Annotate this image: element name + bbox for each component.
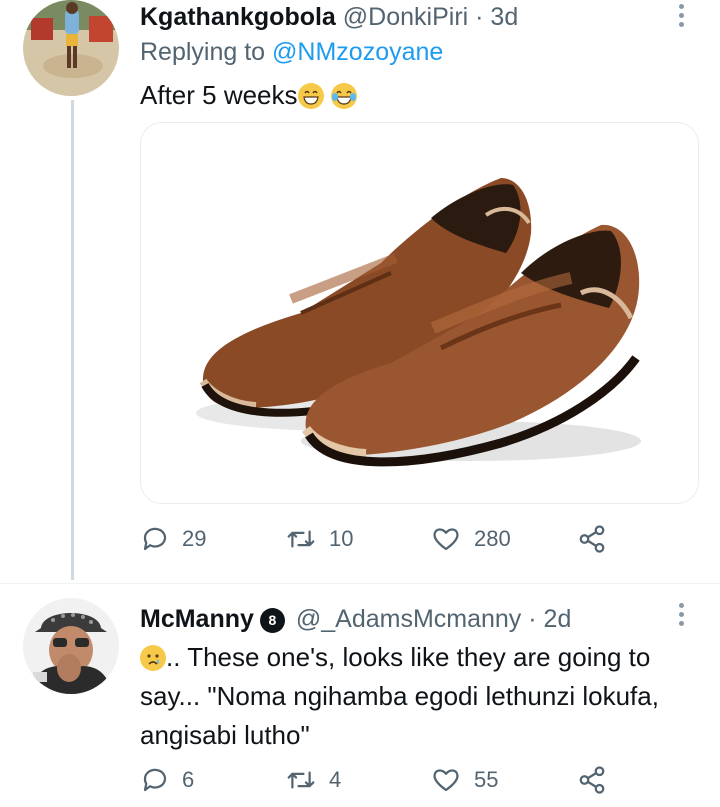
like-button[interactable]: 55: [430, 765, 498, 795]
reply-count: 29: [182, 526, 207, 551]
retweet-count: 4: [329, 767, 342, 792]
like-icon: [433, 769, 459, 792]
tweet-divider: [0, 583, 720, 584]
tears-of-joy-emoji: [330, 83, 357, 109]
grinning-face-emoji: [297, 83, 324, 109]
share-icon: [579, 766, 605, 794]
tweet-text-line: say... "Noma ngihamba egodi lethunzi lok…: [140, 681, 659, 711]
avatar[interactable]: [23, 598, 119, 694]
reply-button[interactable]: 6: [140, 765, 194, 795]
tweet-text-content: After 5 weeks: [140, 80, 298, 110]
replying-to: Replying to @NMzozoyane: [140, 37, 443, 67]
retweet-icon: [287, 771, 315, 789]
retweet-icon: [287, 530, 315, 548]
user-handle[interactable]: @DonkiPiri: [343, 3, 468, 31]
more-icon[interactable]: [678, 4, 686, 31]
like-icon: [433, 528, 459, 551]
reply-icon: [143, 768, 167, 792]
retweet-count: 10: [329, 526, 354, 551]
crying-face-emoji: [140, 645, 166, 671]
retweet-button[interactable]: 10: [285, 524, 353, 554]
like-button[interactable]: 280: [430, 524, 511, 554]
tweet-header: McManny 8 @_AdamsMcmanny · 2d: [140, 604, 571, 634]
tweet-header: Kgathankgobola @DonkiPiri · 3d: [140, 2, 518, 32]
share-button[interactable]: [576, 765, 620, 795]
timestamp[interactable]: · 3d: [475, 3, 518, 31]
user-handle[interactable]: @_AdamsMcmanny: [296, 605, 521, 633]
thread-connector: [71, 100, 74, 580]
display-name[interactable]: Kgathankgobola: [140, 3, 336, 31]
tweet-text-content: .. These one's, looks like they are goin…: [166, 642, 651, 672]
replying-prefix: Replying to: [140, 38, 266, 66]
like-count: 55: [474, 767, 499, 792]
avatar[interactable]: [23, 0, 119, 96]
loafers-photo: [141, 123, 698, 503]
share-button[interactable]: [576, 524, 620, 554]
retweet-button[interactable]: 4: [285, 765, 341, 795]
display-name[interactable]: McManny: [140, 605, 254, 633]
reply-button[interactable]: 29: [140, 524, 206, 554]
tweet-text-line: .. These one's, looks like they are goin…: [140, 638, 710, 677]
tweet-text-line: angisabi lutho": [140, 720, 310, 750]
reply-count: 6: [182, 767, 195, 792]
reply-icon: [143, 527, 167, 551]
tweet-text: .. These one's, looks like they are goin…: [140, 638, 710, 755]
timestamp[interactable]: · 2d: [528, 605, 571, 633]
tweet-text: After 5 weeks: [140, 76, 357, 115]
more-icon[interactable]: [678, 603, 686, 630]
tweet-media-image[interactable]: [140, 122, 699, 504]
replying-handle-link[interactable]: @NMzozoyane: [272, 38, 443, 66]
badge-icon: 8: [259, 607, 285, 633]
share-icon: [579, 525, 605, 553]
like-count: 280: [474, 526, 511, 551]
